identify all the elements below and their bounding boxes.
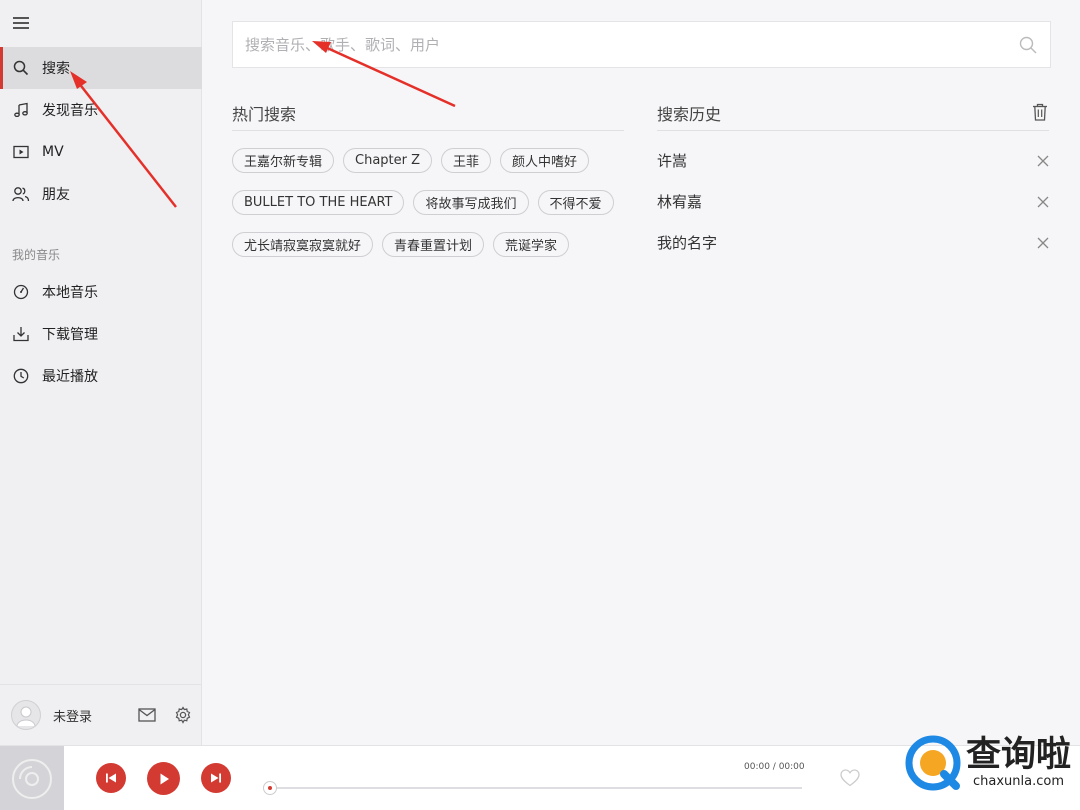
my-music-title: 我的音乐	[12, 248, 61, 262]
my-music-nav: 本地音乐 下载管理 最近播放	[0, 271, 202, 397]
hot-search-tag[interactable]: BULLET TO THE HEART	[232, 190, 405, 215]
sidebar-item-local-music[interactable]: 本地音乐	[0, 271, 202, 313]
watermark-cn: 查询啦	[966, 735, 1072, 775]
sidebar-item-label: 本地音乐	[42, 285, 98, 301]
search-bar	[232, 21, 1051, 68]
hot-search-tag[interactable]: 不得不爱	[537, 190, 614, 215]
gear-icon[interactable]	[173, 705, 193, 725]
sidebar-item-recent[interactable]: 最近播放	[0, 355, 202, 397]
divider	[232, 130, 624, 131]
next-button[interactable]	[201, 763, 231, 793]
login-status[interactable]: 未登录	[53, 706, 92, 725]
download-icon	[12, 325, 30, 343]
list-item[interactable]: 我的名字	[657, 222, 1051, 263]
sidebar-item-mv[interactable]: MV	[0, 131, 202, 173]
close-icon[interactable]	[1035, 194, 1051, 210]
heart-icon[interactable]	[840, 769, 860, 787]
list-item[interactable]: 林宥嘉	[657, 181, 1051, 222]
menu-icon[interactable]	[13, 17, 29, 29]
hot-search-tag[interactable]: 尤长靖寂寞寂寞就好	[232, 232, 374, 257]
search-history-title: 搜索历史	[657, 105, 722, 124]
hot-search-tag[interactable]: 王嘉尔新专辑	[232, 148, 335, 173]
avatar[interactable]	[11, 700, 41, 730]
sidebar-item-search[interactable]: 搜索	[0, 47, 202, 89]
tag-row: BULLET TO THE HEART 将故事写成我们 不得不爱	[232, 190, 632, 215]
user-bar: 未登录	[0, 684, 202, 745]
clock-icon	[12, 367, 30, 385]
main-nav: 搜索 发现音乐 MV 朋友	[0, 47, 202, 215]
watermark-text: 查询啦 chaxunla.com	[966, 736, 1071, 789]
sidebar-item-label: 最近播放	[42, 369, 98, 385]
friends-icon	[12, 185, 30, 203]
previous-button[interactable]	[96, 763, 126, 793]
tag-row: 尤长靖寂寞寂寞就好 青春重置计划 荒诞学家	[232, 232, 632, 257]
search-icon[interactable]	[1018, 35, 1038, 55]
hot-search-tag[interactable]: 将故事写成我们	[413, 190, 529, 215]
progress-track[interactable]	[268, 787, 802, 789]
trash-icon[interactable]	[1031, 102, 1049, 122]
history-label: 我的名字	[657, 234, 718, 252]
main-panel: 热门搜索 王嘉尔新专辑 Chapter Z 王菲 颜人中嗜好 BULLET TO…	[203, 0, 1080, 745]
hot-search-tag[interactable]: 王菲	[441, 148, 492, 173]
sidebar-item-label: 发现音乐	[42, 103, 98, 119]
hot-search-tag[interactable]: 荒诞学家	[493, 232, 570, 257]
sidebar-item-downloads[interactable]: 下载管理	[0, 313, 202, 355]
sidebar-item-label: 下载管理	[42, 327, 98, 343]
hot-search-tags: 王嘉尔新专辑 Chapter Z 王菲 颜人中嗜好 BULLET TO THE …	[232, 148, 632, 274]
sidebar-item-discover[interactable]: 发现音乐	[0, 89, 202, 131]
playback-time: 00:00 / 00:00	[744, 762, 805, 772]
close-icon[interactable]	[1035, 153, 1051, 169]
watermark: 查询啦 chaxunla.com	[896, 715, 1080, 810]
music-note-icon	[12, 101, 30, 119]
search-history-list: 许嵩 林宥嘉 我的名字	[657, 140, 1051, 263]
watermark-logo-icon	[905, 735, 961, 790]
sidebar-item-label: 搜索	[42, 61, 70, 77]
video-icon	[12, 143, 30, 161]
watermark-en: chaxunla.com	[973, 774, 1064, 789]
list-item[interactable]: 许嵩	[657, 140, 1051, 181]
hot-search-tag[interactable]: Chapter Z	[343, 148, 433, 173]
close-icon[interactable]	[1035, 235, 1051, 251]
tag-row: 王嘉尔新专辑 Chapter Z 王菲 颜人中嗜好	[232, 148, 632, 173]
hot-search-tag[interactable]: 青春重置计划	[382, 232, 485, 257]
sidebar-item-label: MV	[42, 144, 64, 160]
history-label: 林宥嘉	[657, 193, 703, 211]
progress-handle[interactable]	[263, 781, 277, 795]
sidebar-item-label: 朋友	[42, 187, 70, 203]
history-label: 许嵩	[657, 152, 688, 170]
local-music-icon	[12, 283, 30, 301]
sidebar-item-friends[interactable]: 朋友	[0, 173, 202, 215]
divider	[657, 130, 1049, 131]
search-icon	[12, 59, 30, 77]
hot-search-tag[interactable]: 颜人中嗜好	[500, 148, 590, 173]
sidebar: 搜索 发现音乐 MV 朋友 我的音乐 本地音乐 下载管理 最近播放 未登录	[0, 0, 202, 745]
mail-icon[interactable]	[137, 705, 157, 725]
hot-search-title: 热门搜索	[232, 105, 297, 124]
search-input[interactable]	[245, 35, 1018, 54]
play-button[interactable]	[147, 762, 180, 795]
album-cover[interactable]	[0, 746, 64, 810]
